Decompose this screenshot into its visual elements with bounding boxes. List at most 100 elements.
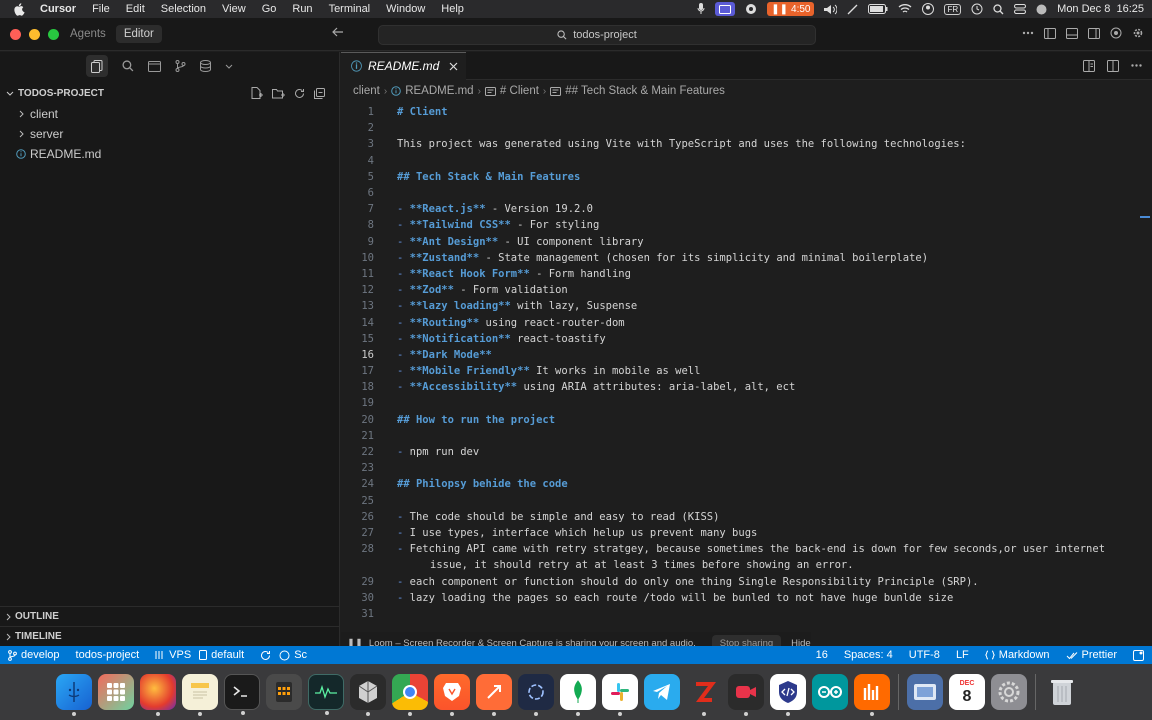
code-line[interactable]: 25 [341,493,1152,509]
code-line[interactable]: 5 ## Tech Stack & Main Features [341,169,1152,185]
apple-icon[interactable] [0,2,38,16]
open-preview-icon[interactable] [1083,59,1095,72]
toggle-panel-icon[interactable] [1066,27,1078,39]
code-line[interactable]: 29- each component or function should do… [341,573,1152,589]
sync-icon[interactable] [252,650,279,661]
settings-gear-icon[interactable] [1132,27,1144,39]
close-icon[interactable] [449,62,458,71]
code-line[interactable]: 24 ## Philopsy behide the code [341,476,1152,492]
code-line[interactable]: 10- **Zustand** - State management (chos… [341,250,1152,266]
code-line[interactable]: 15- **Notification** react-toastify [341,331,1152,347]
code-line[interactable]: 23 [341,460,1152,476]
menu-file[interactable]: File [84,3,118,15]
terminal-app-icon[interactable] [224,674,260,715]
code-line-wrapped[interactable]: issue, it should retry at at least 3 tim… [341,557,1152,573]
code-line[interactable]: 28- Fetching API came with retry stratge… [341,541,1152,557]
siri-icon[interactable] [1036,4,1047,15]
code-editor[interactable]: 1 # Client 2 3 This project was generated us… [341,102,1152,622]
collapse-all-icon[interactable] [314,87,325,99]
screenshot-app-icon[interactable] [907,674,943,710]
breadcrumb-item[interactable]: ## Tech Stack & Main Features [565,85,725,97]
end-of-line[interactable]: LF [948,649,977,661]
user-icon[interactable] [922,3,935,15]
code-line[interactable]: 3 This project was generated using Vite w… [341,136,1152,152]
code-line[interactable]: 17- **Mobile Friendly** It works in mobi… [341,363,1152,379]
menu-run[interactable]: Run [284,3,320,15]
formatter[interactable]: Prettier [1058,649,1125,661]
firefox-app-icon[interactable] [140,674,176,716]
dev-tool-app-icon[interactable] [770,674,806,716]
more-actions-icon[interactable] [1131,60,1142,72]
vps-indicator[interactable]: VPS [147,649,199,661]
search-icon[interactable] [993,3,1004,15]
menu-window[interactable]: Window [378,3,433,15]
code-line[interactable]: 12- **Zod** - Form validation [341,282,1152,298]
code-line[interactable]: 18- **Accessibility** using ARIA attribu… [341,379,1152,395]
encoding[interactable]: UTF-8 [901,649,948,661]
code-line[interactable]: 11- **React Hook Form** - Form handling [341,266,1152,282]
window-icon[interactable] [148,60,161,72]
telegram-app-icon[interactable] [644,674,680,710]
launchpad-app-icon[interactable] [98,674,134,710]
filezilla-app-icon[interactable] [686,674,722,716]
minimize-window-button[interactable] [29,28,40,40]
code-line[interactable]: 13- **lazy loading** with lazy, Suspense [341,298,1152,314]
finder-app-icon[interactable] [56,674,92,716]
menu-selection[interactable]: Selection [153,3,214,15]
volume-icon[interactable] [824,4,838,15]
language-mode[interactable]: Markdown [977,649,1058,661]
code-line[interactable]: 30- lazy loading the pages so each route… [341,590,1152,606]
profile-indicator[interactable]: default [199,649,252,661]
code-line[interactable]: 16- **Dark Mode** [341,347,1152,363]
tab-editor[interactable]: Editor [115,25,162,43]
menubar-datetime[interactable]: Mon Dec 8 16:25 [1057,3,1144,15]
project-name[interactable]: todos-project [68,649,148,661]
timeline-panel-header[interactable]: TIMELINE [0,626,340,646]
new-folder-icon[interactable] [272,87,285,99]
source-control-icon[interactable] [175,60,186,72]
trash-icon[interactable] [1044,674,1080,710]
bars-app-icon[interactable] [854,674,890,716]
code-line[interactable]: 9- **Ant Design** - UI component library [341,234,1152,250]
close-window-button[interactable] [10,28,21,40]
code-line[interactable]: 21 [341,428,1152,444]
menu-terminal[interactable]: Terminal [321,3,379,15]
arduino-app-icon[interactable] [812,674,848,710]
database-icon[interactable] [200,60,211,72]
more-icon[interactable] [1022,27,1034,39]
code-line[interactable]: 2 [341,120,1152,136]
tab-agents[interactable]: Agents [62,25,114,43]
code-line[interactable]: 31 [341,606,1152,622]
time-machine-icon[interactable] [971,3,983,15]
code-line[interactable]: 7- **React.js** - Version 19.2.0 [341,201,1152,217]
menu-edit[interactable]: Edit [118,3,153,15]
input-source[interactable]: FR [944,3,962,15]
code-line[interactable]: 8- **Tailwind CSS** - For styling [341,217,1152,233]
cursor-app-icon[interactable] [350,674,386,716]
code-line[interactable]: 6 [341,185,1152,201]
files-icon[interactable] [86,55,108,77]
cursor-position[interactable]: 16 [808,649,836,661]
tree-folder-server[interactable]: server [0,124,339,144]
explorer-project-header[interactable]: TODOS-PROJECT [0,82,339,104]
command-center-search[interactable]: todos-project [378,25,816,45]
postman-app-icon[interactable] [476,674,512,716]
tree-file-readme[interactable]: README.md [0,144,339,164]
branch-indicator[interactable]: develop [0,649,68,661]
breadcrumb-item[interactable]: # Client [500,85,539,97]
brave-app-icon[interactable] [434,674,470,716]
loom-timer[interactable]: ❚❚ 4:50 [767,2,815,16]
screen-mirroring-icon[interactable] [715,2,736,16]
loom-app-icon[interactable] [728,674,764,716]
control-center-icon[interactable] [1014,4,1027,14]
accounts-icon[interactable] [1110,27,1122,39]
calculator-app-icon[interactable] [266,674,302,710]
battery-icon[interactable] [868,4,888,14]
code-line[interactable]: 20 ## How to run the project [341,412,1152,428]
focus-icon[interactable] [745,3,757,15]
chatgpt-app-icon[interactable] [518,674,554,716]
menu-view[interactable]: View [214,3,254,15]
indentation[interactable]: Spaces: 4 [836,649,901,661]
chrome-app-icon[interactable] [392,674,428,716]
arrow-left-icon[interactable] [332,27,344,37]
